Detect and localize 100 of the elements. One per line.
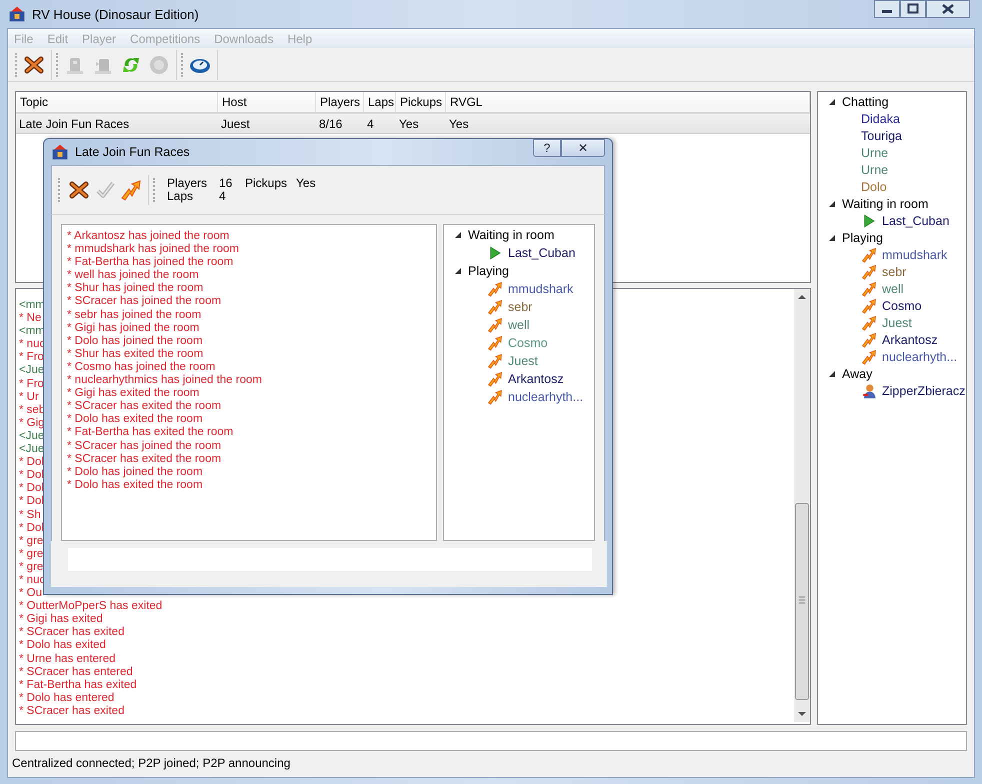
close-button[interactable] (926, 0, 970, 18)
table-cell-text: Juest (220, 116, 251, 130)
chat-line: * Dol (19, 482, 44, 496)
column-header[interactable]: Laps (364, 92, 396, 112)
arrow-icon (861, 348, 877, 364)
chat-line: * Ne (19, 312, 42, 326)
user-name[interactable]: well (882, 282, 904, 296)
group-label[interactable]: Waiting in room (842, 196, 928, 210)
group-label[interactable]: Away (842, 366, 872, 380)
title-button[interactable]: ? (533, 139, 561, 157)
expand-icon[interactable] (454, 231, 462, 239)
arrow-icon (487, 353, 503, 369)
arrow-icon (487, 299, 503, 315)
chat-line: * Sh (19, 508, 41, 522)
cross-icon[interactable] (68, 179, 90, 201)
log-line: * SCracer has joined the room (67, 440, 222, 453)
log-line: * Shur has joined the room (67, 282, 204, 296)
arrow-icon (861, 298, 877, 314)
arrow-icon (861, 332, 877, 348)
user-name[interactable]: Didaka (861, 112, 900, 126)
user-name[interactable]: Last_Cuban (882, 214, 950, 228)
message-field[interactable] (15, 731, 967, 751)
room-row[interactable]: Late Join Fun Races Juest 8/16 4 Yes Yes (16, 113, 810, 134)
group-label[interactable]: Chatting (842, 94, 889, 108)
user-name[interactable]: Touriga (861, 128, 902, 142)
user-name[interactable]: nuclearhyth... (882, 350, 958, 364)
column-header[interactable]: RVGL (446, 92, 810, 112)
user-name[interactable]: sebr (508, 300, 532, 314)
title-button[interactable]: ✕ (561, 139, 605, 157)
group-label[interactable]: Playing (842, 230, 883, 244)
chat-line: * Fro (19, 378, 44, 391)
user-name[interactable]: well (508, 318, 530, 332)
expand-icon[interactable] (828, 98, 836, 106)
log-line: * sebr has joined the room (67, 308, 202, 322)
chat-line: <Jue (19, 364, 44, 378)
user-name[interactable]: Last_Cuban (508, 246, 576, 260)
arrow-icon (861, 280, 877, 296)
column-header[interactable]: Pickups (396, 92, 446, 112)
user-name[interactable]: sebr (882, 264, 906, 278)
window-title: RV House (Dinosaur Edition) (32, 6, 199, 22)
user-name[interactable]: Arkantosz (882, 332, 938, 346)
expand-icon[interactable] (828, 370, 836, 378)
status-text: Centralized connected; P2P joined; P2P announcing (11, 755, 292, 772)
app-icon (51, 143, 69, 161)
user-name[interactable]: Juest (882, 316, 912, 330)
chat-line: * Dol (19, 456, 44, 470)
log-line: * SCracer has exited the room (67, 400, 222, 414)
chat-line: * Fro (19, 351, 44, 364)
info-text: Yes (296, 177, 316, 190)
dialog-title: Late Join Fun Races (75, 145, 190, 159)
info-text: Players (167, 177, 208, 190)
log-line: * SCracer has exited the room (67, 452, 222, 466)
user-name[interactable]: Urne (861, 146, 888, 160)
app-icon (8, 5, 26, 23)
user-name[interactable]: Urne (861, 162, 888, 176)
user-name[interactable]: mmudshark (508, 282, 574, 296)
arrow-icon[interactable] (120, 179, 142, 201)
chat-line: * SCracer has exited (19, 626, 124, 640)
column-header[interactable]: Host (218, 92, 316, 112)
minimize-button[interactable] (874, 0, 900, 18)
person-icon (861, 382, 877, 398)
arrow-icon (487, 317, 503, 333)
chat-line: * SCracer has exited (19, 704, 124, 718)
chat-line: * Dol (19, 469, 44, 482)
chat-line: * OutterMoPperS has exited (19, 600, 162, 614)
log-line: * Shur has exited the room (67, 348, 204, 361)
chat-line: <Jue (19, 430, 44, 444)
chat-line: * Dol (19, 522, 44, 535)
cross-icon[interactable] (23, 54, 45, 76)
chat-line: * Gigi has exited (19, 613, 103, 626)
log-line: * Dolo has exited the room (67, 478, 203, 492)
chat-line: * Dolo has exited (19, 639, 106, 653)
user-name[interactable]: Dolo (861, 180, 887, 194)
expand-icon[interactable] (828, 234, 836, 242)
table-cell-text: Yes (448, 116, 470, 130)
maximize-button[interactable] (900, 0, 926, 18)
info-text: 4 (219, 190, 227, 203)
user-name[interactable]: Arkantosz (508, 372, 564, 386)
chat-line: * gre (19, 548, 44, 561)
user-name[interactable]: Cosmo (882, 298, 922, 312)
arrow-icon (487, 389, 503, 405)
log-line: * nuclearhythmics has joined the room (67, 374, 262, 388)
group-label[interactable]: Playing (468, 264, 509, 278)
group-label[interactable]: Waiting in room (468, 228, 554, 242)
column-header[interactable]: Topic (16, 92, 218, 112)
table-cell-text: 8/16 (318, 116, 344, 130)
log-line: * well has joined the room (67, 269, 199, 282)
table-cell-text: Late Join Fun Races (18, 116, 130, 130)
chat-line: * Urne has entered (19, 652, 116, 666)
log-line: * mmudshark has joined the room (67, 243, 239, 256)
user-name[interactable]: ZipperZbieracz (882, 384, 966, 398)
user-name[interactable]: Juest (508, 354, 538, 368)
user-name[interactable]: mmudshark (882, 248, 948, 262)
scrollbar[interactable] (794, 289, 810, 722)
expand-icon[interactable] (454, 267, 462, 275)
log-line: * Gigi has exited the room (67, 387, 200, 400)
user-name[interactable]: nuclearhyth... (508, 390, 584, 404)
log-line: * Fat-Bertha has exited the room (67, 426, 234, 440)
expand-icon[interactable] (828, 200, 836, 208)
column-header[interactable]: Players (316, 92, 364, 112)
